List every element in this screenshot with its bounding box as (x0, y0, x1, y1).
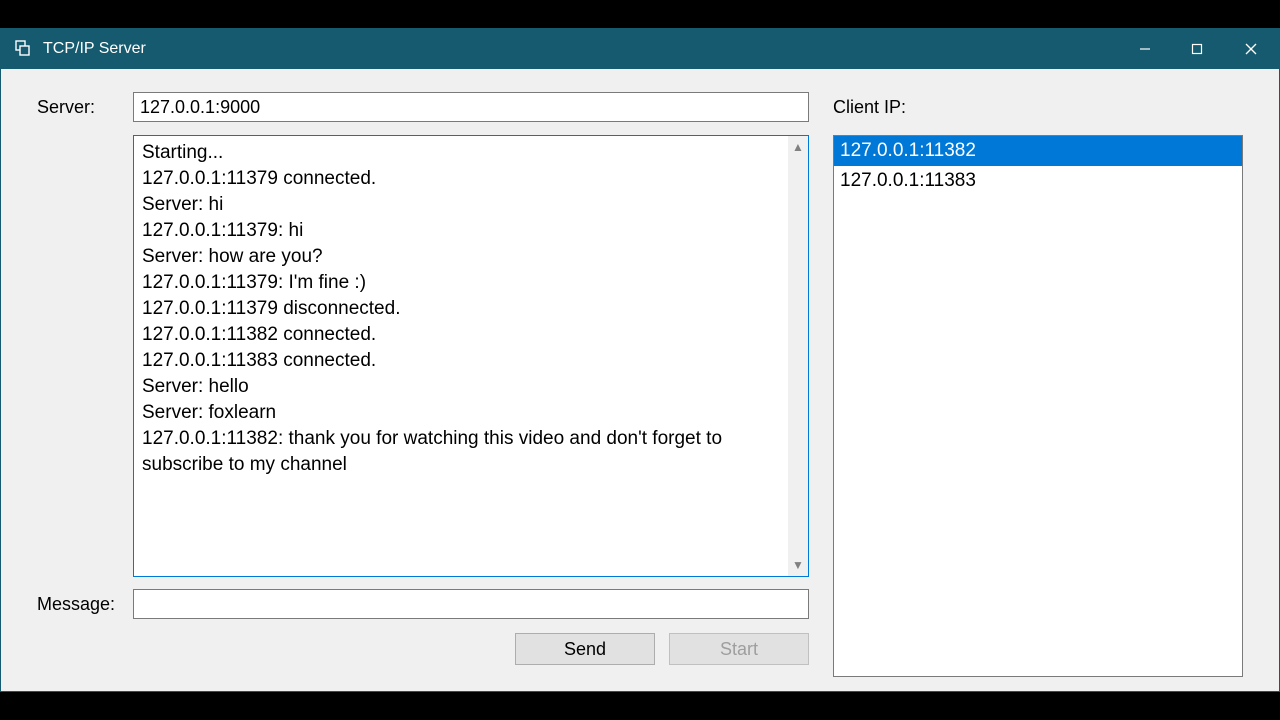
app-icon (13, 39, 33, 59)
log-content: Starting... 127.0.0.1:11379 connected. S… (134, 136, 788, 576)
app-window: TCP/IP Server Server: Client IP: (0, 28, 1280, 692)
client-area: Server: Client IP: Starting... 127.0.0.1… (1, 69, 1279, 691)
maximize-button[interactable] (1171, 29, 1223, 69)
close-button[interactable] (1223, 29, 1279, 69)
server-label: Server: (37, 97, 133, 118)
message-label: Message: (37, 594, 133, 615)
client-list-item[interactable]: 127.0.0.1:11382 (834, 136, 1242, 166)
client-ip-label: Client IP: (833, 97, 953, 118)
client-list-item[interactable]: 127.0.0.1:11383 (834, 166, 1242, 196)
scroll-up-icon[interactable]: ▲ (792, 140, 804, 154)
scroll-down-icon[interactable]: ▼ (792, 558, 804, 572)
server-input[interactable] (133, 92, 809, 122)
minimize-button[interactable] (1119, 29, 1171, 69)
send-button[interactable]: Send (515, 633, 655, 665)
log-scrollbar[interactable]: ▲ ▼ (788, 136, 808, 576)
message-input[interactable] (133, 589, 809, 619)
client-ip-listbox[interactable]: 127.0.0.1:11382127.0.0.1:11383 (833, 135, 1243, 677)
window-title: TCP/IP Server (43, 40, 146, 58)
log-textbox[interactable]: Starting... 127.0.0.1:11379 connected. S… (133, 135, 809, 577)
titlebar[interactable]: TCP/IP Server (1, 29, 1279, 69)
start-button: Start (669, 633, 809, 665)
